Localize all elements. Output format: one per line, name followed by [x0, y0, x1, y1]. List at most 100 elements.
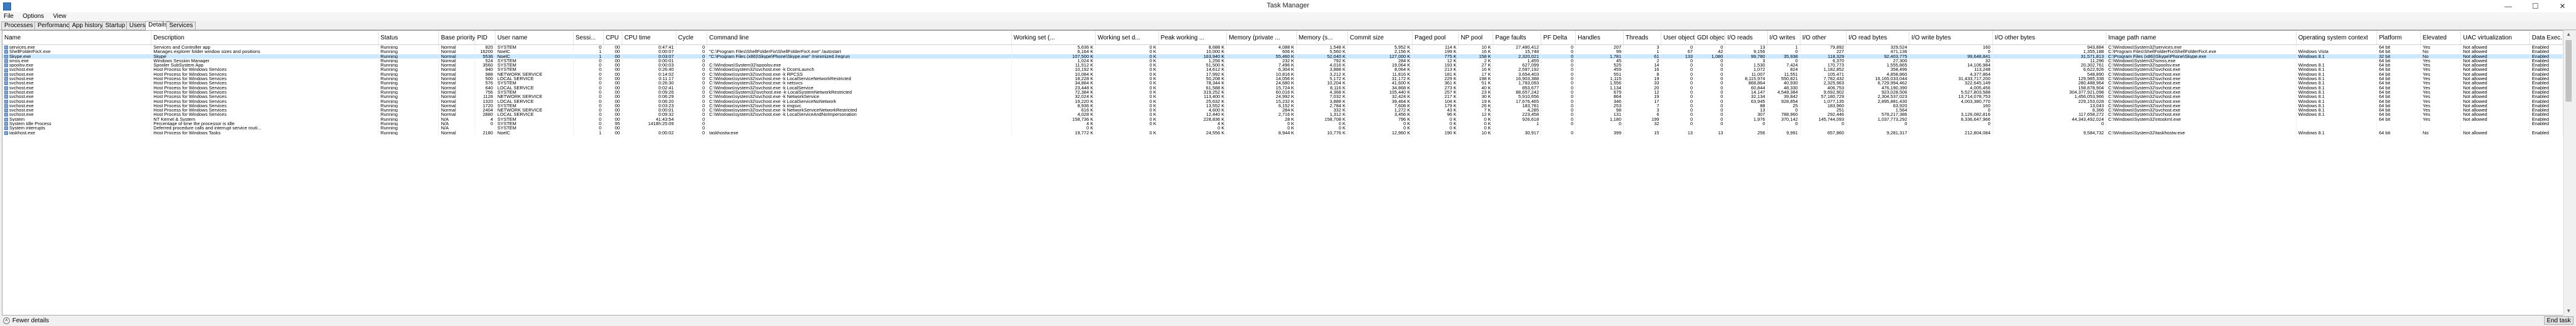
table-row[interactable]: ShellFolderFixX.exe Manages explorer fold…: [2, 49, 2563, 54]
column-header[interactable]: Threads: [1623, 31, 1662, 45]
minimize-button[interactable]: —: [2495, 0, 2522, 12]
column-header[interactable]: Working set d...: [1095, 31, 1159, 45]
column-header[interactable]: PID: [475, 31, 496, 45]
column-header[interactable]: Cycle: [676, 31, 708, 45]
column-header[interactable]: Working set (...: [1011, 31, 1096, 45]
column-header[interactable]: Paged pool: [1412, 31, 1459, 45]
column-header[interactable]: Name: [2, 31, 152, 45]
table-cell: C:\Windows\System32\svchost.exe: [2106, 108, 2297, 113]
column-header[interactable]: GDI objects: [1695, 31, 1726, 45]
column-header[interactable]: Status: [378, 31, 439, 45]
table-cell: 824: [1767, 67, 1800, 72]
table-cell: Not allowed: [2460, 63, 2530, 68]
table-row[interactable]: System Idle Process Percentage of time th…: [2, 121, 2563, 126]
table-row[interactable]: spoolsv.exe Spooler SubSystem App Running N…: [2, 63, 2563, 68]
table-row[interactable]: smss.exe Windows Session Manager Running No…: [2, 58, 2563, 63]
menu-view[interactable]: View: [49, 12, 70, 21]
table-cell: 8,936 K: [1011, 103, 1096, 108]
tab-app-history[interactable]: App history: [69, 22, 106, 30]
column-header[interactable]: User objects: [1661, 31, 1696, 45]
table-cell: 0: [1661, 89, 1696, 95]
table-row[interactable]: svchost.exe Host Process for Windows Serv…: [2, 67, 2563, 72]
table-row[interactable]: svchost.exe Host Process for Windows Serv…: [2, 103, 2563, 108]
table-cell: 64 bit: [2377, 99, 2421, 104]
column-header[interactable]: Peak working ...: [1158, 31, 1227, 45]
menu-options[interactable]: Options: [19, 12, 47, 21]
table-cell: 525: [1575, 63, 1624, 68]
column-header[interactable]: I/O other bytes: [1992, 31, 2107, 45]
vertical-scrollbar[interactable]: ▲ ▼: [2563, 30, 2574, 316]
tab-startup[interactable]: Startup: [102, 22, 129, 30]
scroll-down-icon[interactable]: ▼: [2564, 307, 2574, 316]
close-button[interactable]: ✕: [2549, 0, 2576, 12]
table-cell: Windows 8.1: [2296, 108, 2377, 113]
fewer-details-link[interactable]: ˄ Fewer details: [3, 317, 49, 324]
table-cell: 0: [676, 49, 708, 54]
column-header[interactable]: Page faults: [1493, 31, 1542, 45]
table-cell: 0 K: [1095, 112, 1159, 117]
scroll-up-icon[interactable]: ▲: [2564, 30, 2574, 39]
column-header[interactable]: I/O write bytes: [1909, 31, 1993, 45]
column-header[interactable]: Memory (private ...: [1226, 31, 1297, 45]
table-row[interactable]: svchost.exe Host Process for Windows Serv…: [2, 89, 2563, 95]
table-row[interactable]: System NT Kernel & System Running N/A 4 SYSTE…: [2, 116, 2563, 122]
table-row[interactable]: Skype.exe Skype Running Normal 5536 NoelC 1 00 0…: [2, 54, 2563, 59]
maximize-button[interactable]: ☐: [2522, 0, 2549, 12]
column-header[interactable]: User name: [495, 31, 574, 45]
column-header[interactable]: Command line: [707, 31, 1012, 45]
tab-services[interactable]: Services: [166, 22, 196, 30]
table-row[interactable]: svchost.exe Host Process for Windows Serv…: [2, 85, 2563, 90]
table-cell: SYSTEM: [495, 81, 574, 86]
column-header[interactable]: PF Delta: [1541, 31, 1576, 45]
column-header[interactable]: Description: [151, 31, 379, 45]
table-row[interactable]: System interrupts Deferred procedure call…: [2, 126, 2563, 131]
table-cell: 3,654,403: [1493, 71, 1542, 77]
table-cell: 1,180: [1575, 116, 1624, 122]
column-header[interactable]: CPU: [603, 31, 623, 45]
column-header[interactable]: Data Exec...: [2529, 31, 2563, 45]
table-row[interactable]: svchost.exe Host Process for Windows Serv…: [2, 108, 2563, 113]
table-cell: 1,783,093: [1493, 81, 1542, 86]
table-row[interactable]: svchost.exe Host Process for Windows Serv…: [2, 94, 2563, 99]
table-row[interactable]: svchost.exe Host Process for Windows Serv…: [2, 99, 2563, 104]
table-cell: 459: [1575, 67, 1624, 72]
table-cell: 322,645,149: [1909, 81, 1993, 86]
table-cell: 99,780: [1725, 54, 1768, 59]
end-task-button[interactable]: End task: [2544, 316, 2574, 325]
table-row[interactable]: svchost.exe Host Process for Windows Serv…: [2, 76, 2563, 81]
column-header[interactable]: Base priority: [438, 31, 476, 45]
column-header[interactable]: Image path name: [2106, 31, 2297, 45]
column-header[interactable]: Elevated: [2420, 31, 2462, 45]
column-header[interactable]: CPU time: [622, 31, 676, 45]
column-header[interactable]: I/O read bytes: [1846, 31, 1910, 45]
column-header[interactable]: I/O reads: [1725, 31, 1768, 45]
table-cell: 14,056 K: [1226, 76, 1297, 81]
column-header[interactable]: I/O writes: [1767, 31, 1800, 45]
column-header[interactable]: NP pool: [1458, 31, 1494, 45]
table-cell: 2,597,192: [1493, 67, 1542, 72]
column-header[interactable]: I/O other: [1800, 31, 1847, 45]
column-header[interactable]: Commit size: [1347, 31, 1413, 45]
table-row[interactable]: svchost.exe Host Process for Windows Serv…: [2, 71, 2563, 77]
table-cell: 792 K: [1296, 58, 1349, 63]
table-row[interactable]: services.exe Services and Controller app R…: [2, 44, 2563, 50]
process-name: taskhost.exe: [9, 130, 36, 135]
table-cell: 346: [1575, 99, 1624, 104]
column-header[interactable]: Handles: [1575, 31, 1624, 45]
column-header[interactable]: UAC virtualization: [2460, 31, 2530, 45]
table-row[interactable]: taskhost.exe Host Process for Windows Tas…: [2, 130, 2563, 135]
table-cell: 1: [573, 49, 604, 54]
table-cell: 257 K: [1412, 89, 1459, 95]
scroll-thumb[interactable]: [2566, 40, 2572, 102]
table-row[interactable]: svchost.exe Host Process for Windows Serv…: [2, 81, 2563, 86]
tab-processes[interactable]: Processes: [1, 22, 36, 30]
menu-file[interactable]: File: [0, 12, 17, 21]
table-cell: Yes: [2420, 58, 2462, 63]
column-header[interactable]: Sessi...: [573, 31, 604, 45]
column-header[interactable]: Operating system context: [2296, 31, 2377, 45]
column-header[interactable]: Memory (s...: [1296, 31, 1349, 45]
column-header[interactable]: Platform: [2377, 31, 2421, 45]
table-cell: 4,088 K: [1226, 44, 1297, 50]
table-row[interactable]: svchost.exe Host Process for Windows Serv…: [2, 112, 2563, 117]
table-cell: Not allowed: [2460, 71, 2530, 77]
